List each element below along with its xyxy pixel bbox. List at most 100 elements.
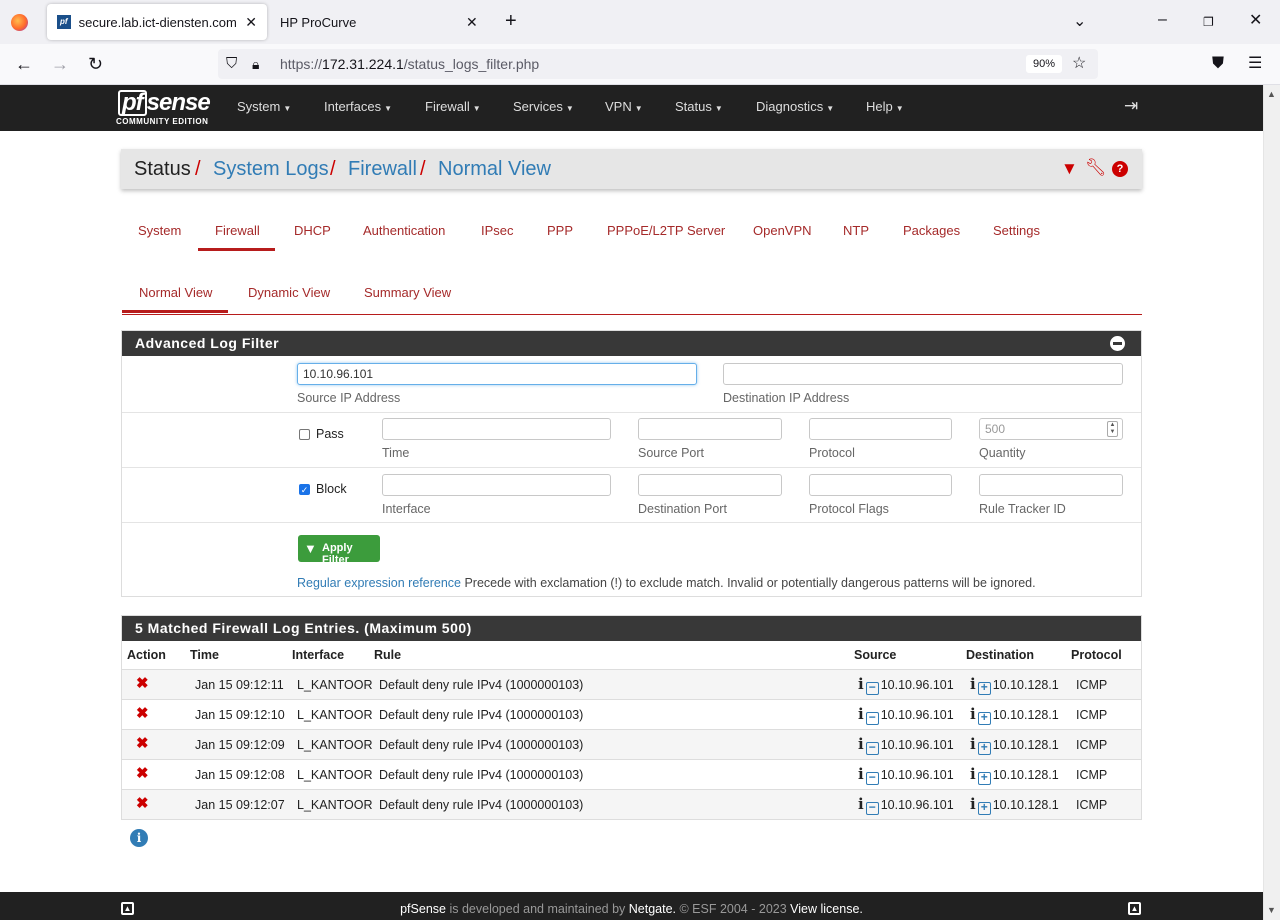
plus-square-icon[interactable]: + — [977, 681, 991, 695]
tab-pppoe-l2tp[interactable]: PPPoE/L2TP Server — [607, 223, 725, 238]
tab-dynamic-view[interactable]: Dynamic View — [248, 285, 330, 300]
quantity-stepper[interactable]: 500 ▲ ▼ — [979, 418, 1123, 440]
block-icon[interactable]: ✖ — [136, 766, 149, 781]
nav-interfaces[interactable]: Interfaces ▼ — [324, 99, 392, 114]
source-ip-input[interactable]: 10.10.96.101 — [297, 363, 697, 385]
shield-icon[interactable]: ⛉ — [226, 56, 237, 72]
menu-icon[interactable]: ☰ — [1248, 56, 1262, 72]
plus-square-icon[interactable]: + — [977, 801, 991, 815]
info-icon[interactable]: i — [858, 765, 864, 783]
bookmark-star-icon[interactable]: ☆ — [1072, 56, 1086, 72]
back-icon[interactable]: ← — [15, 55, 33, 73]
close-icon[interactable]: ✕ — [245, 14, 257, 31]
breadcrumb-system-logs[interactable]: System Logs — [213, 158, 329, 181]
netgate-link[interactable]: Netgate. — [629, 902, 676, 916]
nav-services[interactable]: Services ▼ — [513, 99, 574, 114]
scroll-up-icon[interactable]: ▲ — [1267, 89, 1276, 99]
block-icon[interactable]: ✖ — [136, 676, 149, 691]
url-bar[interactable]: ⛉ 🔒︎ https://172.31.224.1/status_logs_fi… — [218, 49, 1098, 79]
row-rule[interactable]: Default deny rule IPv4 (1000000103) — [379, 708, 583, 722]
lock-icon[interactable]: 🔒︎ — [252, 56, 259, 72]
info-icon[interactable]: i — [970, 675, 976, 693]
tab-normal-view[interactable]: Normal View — [139, 285, 212, 300]
new-tab-icon[interactable]: + — [505, 11, 517, 31]
nav-help[interactable]: Help ▼ — [866, 99, 904, 114]
tab-system[interactable]: System — [138, 223, 181, 238]
spinner-icon[interactable]: ▲ ▼ — [1107, 421, 1118, 437]
block-label[interactable]: Block — [316, 482, 347, 496]
scroll-down-icon[interactable]: ▼ — [1267, 905, 1276, 915]
nav-vpn[interactable]: VPN ▼ — [605, 99, 643, 114]
destination-port-input[interactable] — [638, 474, 782, 496]
filter-icon[interactable]: ▼ — [1061, 159, 1078, 179]
list-tabs-icon[interactable]: ⌄ — [1073, 14, 1086, 30]
close-window-icon[interactable]: ✕ — [1249, 13, 1262, 29]
info-circle-icon[interactable]: i — [130, 829, 148, 847]
plus-square-icon[interactable]: + — [977, 771, 991, 785]
time-input[interactable] — [382, 418, 611, 440]
plus-square-icon[interactable]: + — [977, 711, 991, 725]
info-icon[interactable]: i — [970, 795, 976, 813]
info-icon[interactable]: i — [858, 705, 864, 723]
block-icon[interactable]: ✖ — [136, 796, 149, 811]
info-icon[interactable]: i — [858, 735, 864, 753]
forward-icon[interactable]: → — [51, 55, 69, 73]
protocol-input[interactable] — [809, 418, 952, 440]
apply-filter-button[interactable]: ▼ Apply Filter — [298, 535, 380, 566]
url-text[interactable]: https://172.31.224.1/status_logs_filter.… — [280, 56, 539, 72]
interface-input[interactable] — [382, 474, 611, 496]
tab-settings[interactable]: Settings — [993, 223, 1040, 238]
zoom-level[interactable]: 90% — [1026, 55, 1062, 73]
browser-tab-active[interactable]: pf secure.lab.ict-diensten.com - St ✕ — [47, 4, 267, 40]
info-icon[interactable]: i — [970, 735, 976, 753]
nav-diagnostics[interactable]: Diagnostics ▼ — [756, 99, 834, 114]
tab-ntp[interactable]: NTP — [843, 223, 869, 238]
info-icon[interactable]: i — [970, 765, 976, 783]
info-icon[interactable]: i — [970, 705, 976, 723]
tab-summary-view[interactable]: Summary View — [364, 285, 451, 300]
pfsense-logo[interactable]: pf sense COMMUNITY EDITION — [116, 89, 216, 127]
pass-label[interactable]: Pass — [316, 427, 344, 441]
info-icon[interactable]: i — [858, 795, 864, 813]
rule-tracker-input[interactable] — [979, 474, 1123, 496]
regex-reference-link[interactable]: Regular expression reference — [297, 576, 461, 590]
block-icon[interactable]: ✖ — [136, 736, 149, 751]
tab-ipsec[interactable]: IPsec — [481, 223, 514, 238]
row-rule[interactable]: Default deny rule IPv4 (1000000103) — [379, 768, 583, 782]
close-icon[interactable]: ✕ — [466, 14, 478, 31]
breadcrumb-firewall[interactable]: Firewall — [348, 158, 417, 181]
pass-checkbox[interactable] — [299, 429, 310, 440]
source-port-input[interactable] — [638, 418, 782, 440]
tab-packages[interactable]: Packages — [903, 223, 960, 238]
footer-right-icon[interactable]: ▲ — [1128, 902, 1141, 915]
nav-status[interactable]: Status ▼ — [675, 99, 723, 114]
firefox-icon[interactable] — [11, 14, 28, 31]
destination-ip-input[interactable] — [723, 363, 1123, 385]
pocket-icon[interactable]: ⛊ — [1212, 56, 1224, 72]
plus-square-icon[interactable]: + — [977, 741, 991, 755]
logout-icon[interactable]: ⇥ — [1124, 97, 1138, 114]
tab-ppp[interactable]: PPP — [547, 223, 573, 238]
page-scrollbar[interactable]: ▲ ▼ — [1263, 85, 1280, 920]
tab-firewall[interactable]: Firewall — [215, 223, 260, 238]
wrench-icon[interactable]: 🔧︎ — [1085, 158, 1107, 178]
reload-icon[interactable]: ↻ — [88, 55, 103, 73]
browser-tab-hp[interactable]: HP ProCurve ✕ — [270, 4, 490, 40]
minus-square-icon[interactable]: − — [865, 681, 879, 695]
minus-square-icon[interactable]: − — [865, 711, 879, 725]
maximize-icon[interactable]: ❐ — [1203, 14, 1214, 30]
row-rule[interactable]: Default deny rule IPv4 (1000000103) — [379, 738, 583, 752]
minus-square-icon[interactable]: − — [865, 801, 879, 815]
tab-authentication[interactable]: Authentication — [363, 223, 445, 238]
view-license-link[interactable]: View license. — [790, 902, 863, 916]
info-icon[interactable]: i — [858, 675, 864, 693]
tab-dhcp[interactable]: DHCP — [294, 223, 331, 238]
block-icon[interactable]: ✖ — [136, 706, 149, 721]
row-rule[interactable]: Default deny rule IPv4 (1000000103) — [379, 798, 583, 812]
collapse-icon[interactable] — [1110, 336, 1125, 351]
nav-system[interactable]: System ▼ — [237, 99, 291, 114]
row-rule[interactable]: Default deny rule IPv4 (1000000103) — [379, 678, 583, 692]
nav-firewall[interactable]: Firewall ▼ — [425, 99, 481, 114]
help-icon[interactable]: ? — [1112, 161, 1128, 177]
minus-square-icon[interactable]: − — [865, 771, 879, 785]
